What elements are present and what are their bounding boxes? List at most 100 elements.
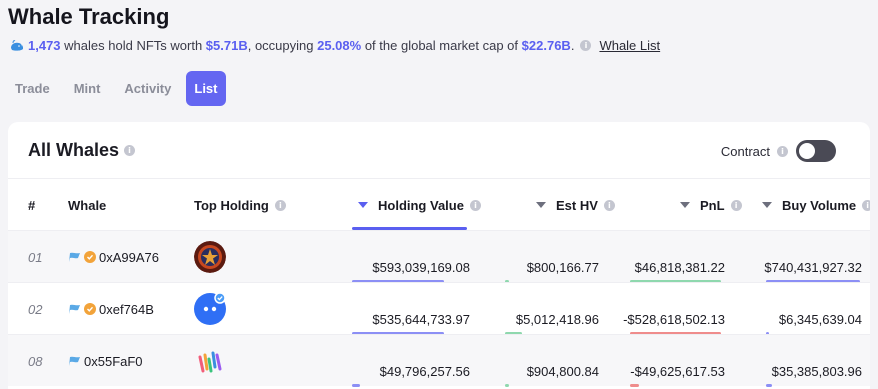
pnl-text: -$528,618,502.13 [623,312,725,327]
top-holding[interactable] [194,335,226,387]
tab-list[interactable]: List [186,71,226,106]
buy-volume: $35,385,803.96 [766,335,862,387]
col-top-holding-label: Top Holding [194,197,269,213]
summary-text-3: of the global market cap of [364,38,519,53]
rainbow-wave-icon [194,345,226,377]
blue-robot-icon [194,292,226,325]
est-hv-bar [505,384,509,387]
table-row[interactable]: 01 0xA99A76 $593,039,169.08 $800,166.77 … [8,230,870,283]
pnl: -$528,618,502.13 [623,283,725,335]
summary-text-4: . [570,38,575,53]
est-hv: $5,012,418.96 [505,283,599,335]
table-row[interactable]: 08 0x55FaF0 $49,796,257.56 $904,800.84 -… [8,334,870,387]
whale-address[interactable]: 0x55FaF0 [68,335,143,387]
col-pnl-label: PnL [700,197,725,213]
tab-activity[interactable]: Activity [115,71,180,106]
summary-text-2: , occupying [247,38,314,53]
tab-bar: Trade Mint Activity List [6,71,226,106]
contract-label: Contract [720,143,770,159]
whale-list-link[interactable]: Whale List [599,38,660,53]
col-est-hv-label: Est HV [556,197,598,213]
tab-mint[interactable]: Mint [65,71,110,106]
est-hv: $904,800.84 [505,335,599,387]
whale-address-text: 0xef764B [99,301,154,317]
whale-summary: 1,473 whales hold NFTs worth $5.71B, occ… [10,38,660,53]
buy-volume-bar [766,384,772,387]
whale-address-text: 0xA99A76 [99,249,159,265]
info-icon[interactable]: i [730,199,742,211]
contract-toggle[interactable] [796,140,836,162]
whale-address-text: 0x55FaF0 [84,353,143,369]
sort-desc-icon [536,202,546,208]
info-icon[interactable]: i [862,199,870,211]
market-share-pct: 25.08% [317,38,362,53]
table-row[interactable]: 02 0xef764B $535,644,733.97 $5,012,418.9… [8,282,870,335]
whale-icon [69,252,80,262]
row-rank: 08 [28,353,43,369]
pnl-text: -$49,625,617.53 [630,364,725,379]
col-whale: Whale [68,197,107,213]
col-top-holding: Top Holding i [194,179,286,231]
verified-badge-icon [84,303,96,315]
info-icon[interactable]: i [580,40,592,51]
col-holding-value-label: Holding Value [378,197,464,213]
global-market-cap: $22.76B [521,38,571,53]
card-title: All Whales i [28,140,136,161]
buy-volume-text: $35,385,803.96 [771,364,862,379]
buy-volume: $740,431,927.32 [764,231,862,283]
info-icon[interactable]: i [777,145,788,157]
whale-icon [69,304,80,314]
toggle-knob [799,143,815,159]
info-icon[interactable]: i [124,145,136,156]
pnl-bar [630,384,639,387]
card-title-text: All Whales [28,140,120,160]
contract-filter: Contract i [721,140,836,162]
holding-value-text: $49,796,257.56 [379,364,470,379]
star-medallion-icon [194,241,226,273]
info-icon[interactable]: i [274,199,286,211]
est-hv-text: $5,012,418.96 [515,312,599,327]
tab-trade[interactable]: Trade [6,71,59,106]
sort-desc-icon [680,202,690,208]
nft-worth: $5.71B [205,38,248,53]
summary-text-1: whales hold NFTs worth [64,38,203,53]
holding-value: $593,039,169.08 [352,231,470,283]
row-rank: 01 [28,249,43,265]
whale-address[interactable]: 0xef764B [68,283,154,335]
verified-badge-icon [84,251,96,263]
col-rank: # [28,197,36,213]
row-rank: 02 [28,301,43,317]
whales-card: All Whales i Contract i # Whale Top Hold… [8,122,870,389]
holding-value-text: $535,644,733.97 [372,312,470,327]
table-header: # Whale Top Holding i Holding Value i Es… [8,178,870,230]
top-holding[interactable] [194,283,226,335]
sort-desc-icon [358,202,368,208]
top-holding[interactable] [194,231,226,283]
info-icon[interactable]: i [469,199,481,211]
holding-value: $535,644,733.97 [352,283,470,335]
info-icon[interactable]: i [603,199,615,211]
col-pnl[interactable]: PnL i [680,179,742,231]
pnl-text: $46,818,381.22 [634,260,725,275]
holding-value-bar [352,384,360,387]
est-hv-text: $904,800.84 [526,364,599,379]
col-buy-volume[interactable]: Buy Volume i [762,179,870,231]
buy-volume-text: $6,345,639.04 [778,312,862,327]
holding-value-text: $593,039,169.08 [372,260,470,275]
buy-volume-text: $740,431,927.32 [764,260,862,275]
buy-volume: $6,345,639.04 [766,283,862,335]
page-title: Whale Tracking [8,4,170,29]
col-buy-volume-label: Buy Volume [782,197,857,213]
whale-address[interactable]: 0xA99A76 [68,231,159,283]
est-hv-text: $800,166.77 [526,260,599,275]
holding-value: $49,796,257.56 [352,335,470,387]
col-holding-value[interactable]: Holding Value i [358,179,481,231]
sort-desc-icon [762,202,772,208]
whale-icon [69,356,80,366]
whale-count: 1,473 [28,38,61,53]
col-est-hv[interactable]: Est HV i [536,179,615,231]
pnl: -$49,625,617.53 [630,335,725,387]
pnl: $46,818,381.22 [630,231,725,283]
est-hv: $800,166.77 [505,231,599,283]
whale-icon [10,39,24,53]
